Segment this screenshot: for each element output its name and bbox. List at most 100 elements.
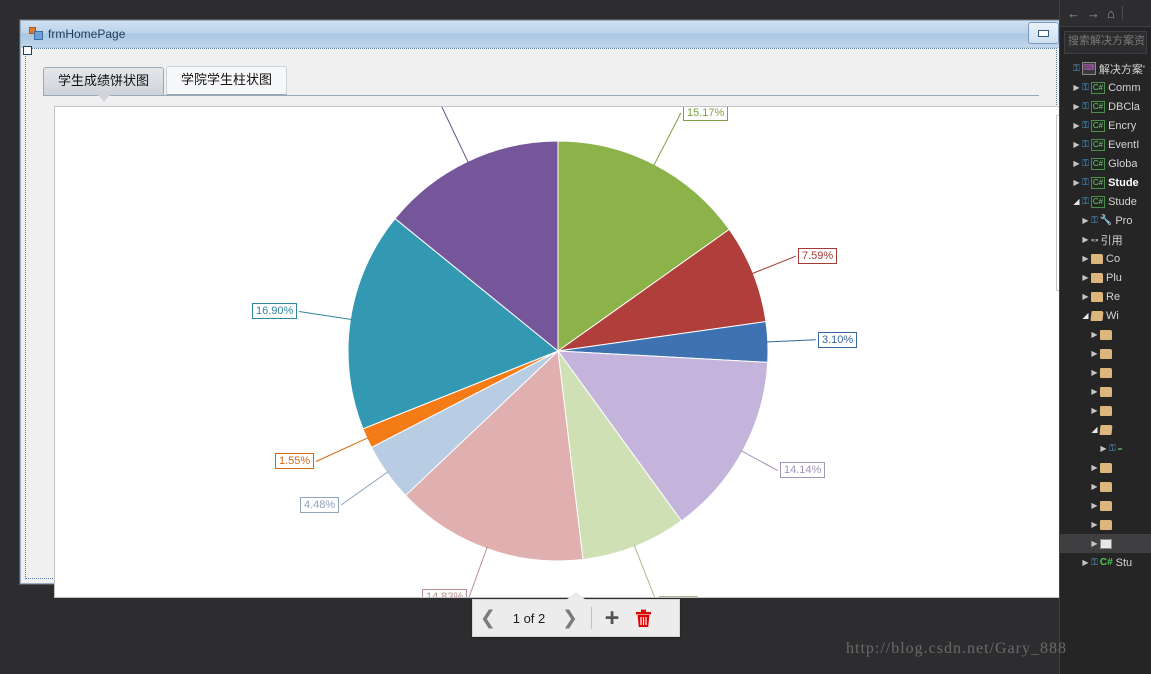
- solution-tree-label: Wi: [1106, 309, 1119, 322]
- chevron-right-icon[interactable]: ▶: [1071, 135, 1082, 154]
- lock-icon: ⚿: [1082, 120, 1089, 130]
- csharp-project-icon: C#: [1090, 81, 1106, 94]
- solution-tree-row[interactable]: ▶ ⚿ C# EventI: [1060, 135, 1151, 154]
- chevron-left-icon[interactable]: ❮: [473, 600, 503, 636]
- window-buttons: [1028, 22, 1059, 44]
- solution-tree-row[interactable]: ◢ ⚿ C# Stude: [1060, 192, 1151, 211]
- solution-tree-label: 解决方案': [1098, 63, 1145, 76]
- pie-label-leader: [633, 544, 656, 597]
- pie-label-leader: [652, 112, 682, 167]
- solution-tree-row[interactable]: ▶: [1060, 458, 1151, 477]
- chevron-right-icon[interactable]: ▶: [1071, 97, 1082, 116]
- folder-icon: [1100, 500, 1112, 511]
- solution-tree-label: Stu: [1115, 556, 1133, 569]
- forward-icon[interactable]: →: [1087, 7, 1100, 20]
- solution-tree-label: EventI: [1108, 138, 1140, 151]
- chevron-right-icon[interactable]: ▶: [1089, 344, 1100, 363]
- chevron-down-icon[interactable]: ◢: [1089, 420, 1100, 439]
- solution-tree-row[interactable]: ▶: [1060, 477, 1151, 496]
- solution-tree-row[interactable]: ▶ Re: [1060, 287, 1151, 306]
- solution-tree-row[interactable]: ◢ Wi: [1060, 306, 1151, 325]
- solution-tree-row[interactable]: ▶: [1060, 363, 1151, 382]
- chevron-right-icon[interactable]: ▶: [1089, 458, 1100, 477]
- solution-tree-row[interactable]: ▶: [1060, 496, 1151, 515]
- solution-tree-row[interactable]: ◢: [1060, 420, 1151, 439]
- chevron-right-icon[interactable]: ▶: [1089, 325, 1100, 344]
- folder-icon: [1100, 405, 1112, 416]
- pie-label-leader: [751, 255, 796, 275]
- chevron-right-icon[interactable]: ▶: [1071, 116, 1082, 135]
- chevron-right-icon[interactable]: ▶: [1080, 553, 1091, 572]
- solution-tree-row[interactable]: ▶ ⚿ C# Comm: [1060, 78, 1151, 97]
- chevron-right-icon[interactable]: ▶: [1071, 154, 1082, 173]
- navigator-separator: [591, 607, 592, 629]
- chevron-right-icon[interactable]: ▶: [1089, 477, 1100, 496]
- minimize-icon: [1038, 29, 1049, 37]
- solution-tree-row[interactable]: ▶: [1060, 534, 1151, 553]
- folder-icon: [1100, 386, 1112, 397]
- solution-tree-row[interactable]: ▶ ⚿ C# Stu: [1060, 553, 1151, 572]
- chevron-right-icon[interactable]: ▶: [1089, 382, 1100, 401]
- folder-icon: [1100, 519, 1112, 530]
- trash-icon[interactable]: [626, 600, 660, 636]
- folder-icon: [1100, 329, 1112, 340]
- winform-icon: [29, 27, 43, 41]
- solution-tree-row[interactable]: ▶ ▪▫▪ 引用: [1060, 230, 1151, 249]
- solution-tree-row[interactable]: ▶ Co: [1060, 249, 1151, 268]
- solution-tree-row[interactable]: ▶ ⚿ C# Encry: [1060, 116, 1151, 135]
- chevron-right-icon[interactable]: ▶: [1080, 249, 1091, 268]
- solution-tree-row[interactable]: ⚿ ⌨ 解决方案': [1060, 59, 1151, 78]
- designer-canvas: frmHomePage 学生成绩饼状图 学院学生柱状图 15.17% 7.59%: [0, 0, 1074, 674]
- toolbar-separator: [1121, 6, 1123, 20]
- solution-tree-row[interactable]: ▶ ⚿ C# Stude: [1060, 173, 1151, 192]
- folder-icon: [1100, 481, 1112, 492]
- home-icon[interactable]: ⌂: [1107, 7, 1115, 20]
- plus-icon[interactable]: +: [598, 600, 626, 636]
- solution-tree-row[interactable]: ▶ ⚿ C# Globa: [1060, 154, 1151, 173]
- pie-label-leader: [298, 311, 353, 321]
- lock-icon: ⚿: [1082, 101, 1089, 111]
- search-solution-input[interactable]: 搜索解决方案资: [1064, 31, 1147, 54]
- pie-chart-svg: [298, 107, 816, 597]
- chevron-right-icon[interactable]: ▶: [1089, 496, 1100, 515]
- chevron-right-icon[interactable]: ▶: [1080, 211, 1091, 230]
- solution-tree-row[interactable]: ▶: [1060, 344, 1151, 363]
- chevron-right-icon[interactable]: ▶: [1080, 287, 1091, 306]
- solution-tree-row[interactable]: ▶ Plu: [1060, 268, 1151, 287]
- tab-college-student-bar[interactable]: 学院学生柱状图: [166, 66, 288, 95]
- back-icon[interactable]: ←: [1067, 7, 1080, 20]
- tab-student-score-pie[interactable]: 学生成绩饼状图: [43, 67, 165, 102]
- item-icon: [1117, 447, 1122, 450]
- solution-tree: ⚿ ⌨ 解决方案' ▶ ⚿ C# Comm ▶ ⚿ C# DBCla ▶ ⚿ C# Encry ▶ ⚿ C# Eve…: [1060, 56, 1151, 572]
- tab-strip: 学生成绩饼状图 学院学生柱状图: [43, 66, 1039, 102]
- chevron-down-icon[interactable]: ◢: [1071, 192, 1082, 211]
- chevron-right-icon[interactable]: ▶: [1089, 363, 1100, 382]
- solution-tree-row[interactable]: ▶ ⚿ C# DBCla: [1060, 97, 1151, 116]
- csharp-project-icon: C#: [1090, 176, 1106, 189]
- csharp-project-icon: C#: [1090, 138, 1106, 151]
- pie-label-leader: [740, 449, 778, 471]
- solution-tree-row[interactable]: ▶: [1060, 325, 1151, 344]
- solution-tree-row[interactable]: ▶ ⚿ 🔧 Pro: [1060, 211, 1151, 230]
- chevron-right-icon[interactable]: ❯: [555, 600, 585, 636]
- pie-data-label: 7.59%: [798, 248, 838, 264]
- chevron-right-icon[interactable]: ▶: [1071, 173, 1082, 192]
- minimize-button[interactable]: [1028, 22, 1059, 44]
- chevron-right-icon[interactable]: ▶: [1071, 78, 1082, 97]
- folder-icon: [1091, 291, 1103, 302]
- lock-icon: ⚿: [1091, 215, 1098, 225]
- chevron-right-icon[interactable]: ▶: [1089, 534, 1100, 553]
- pie-data-label: 14.83%: [422, 589, 468, 597]
- solution-tree-row[interactable]: ▶: [1060, 382, 1151, 401]
- solution-tree-row[interactable]: ▶ ⚿: [1060, 439, 1151, 458]
- chevron-right-icon[interactable]: ▶: [1080, 230, 1091, 249]
- folder-icon: [1091, 272, 1103, 283]
- chevron-right-icon[interactable]: ▶: [1089, 401, 1100, 420]
- chevron-right-icon[interactable]: ▶: [1089, 515, 1100, 534]
- solution-explorer-toolbar: ← → ⌂: [1060, 0, 1151, 27]
- chevron-down-icon[interactable]: ◢: [1080, 306, 1091, 325]
- chevron-right-icon[interactable]: ▶: [1098, 439, 1109, 458]
- chevron-right-icon[interactable]: ▶: [1080, 268, 1091, 287]
- solution-tree-row[interactable]: ▶: [1060, 515, 1151, 534]
- solution-tree-row[interactable]: ▶: [1060, 401, 1151, 420]
